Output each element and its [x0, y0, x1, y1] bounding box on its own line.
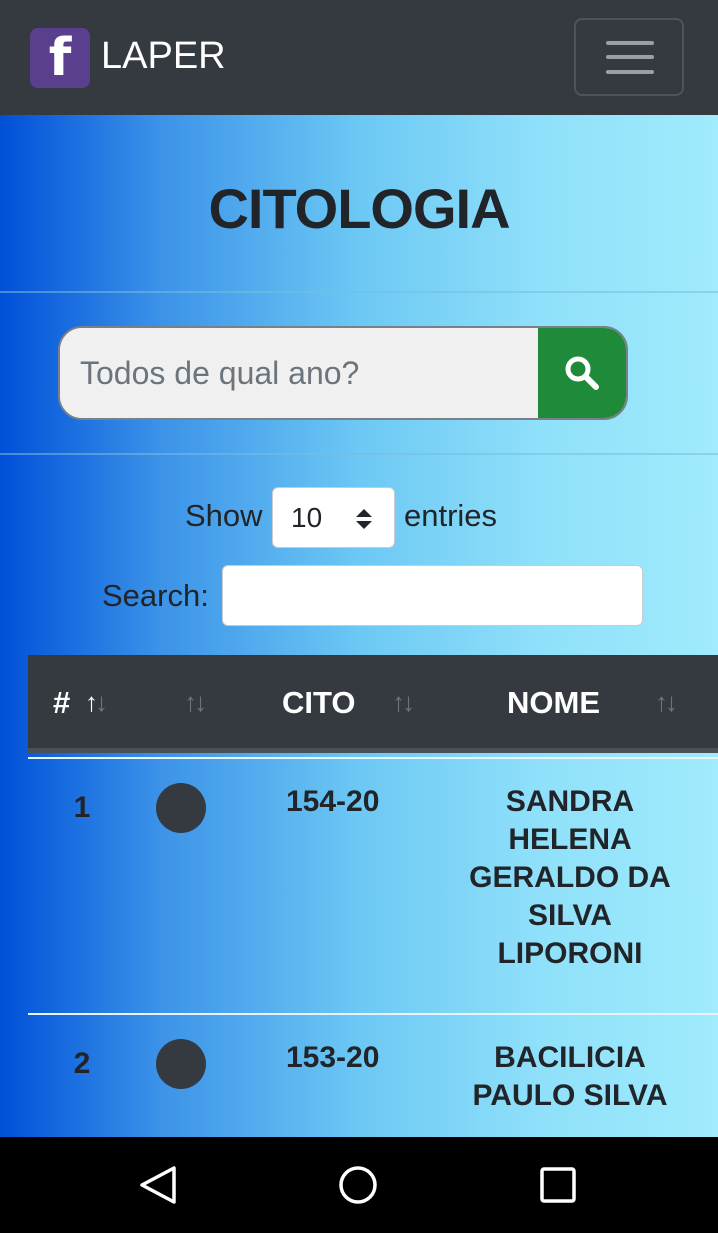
row-nome: BACILICIA PAULO SILVA — [472, 1041, 668, 1112]
sort-icon: ↑↓ — [392, 687, 415, 717]
status-dot — [156, 1039, 206, 1089]
year-search-input[interactable] — [60, 328, 538, 418]
system-navigation-bar — [0, 1137, 718, 1233]
search-icon — [565, 356, 599, 390]
table-header: # ↑↓ ↑↓ CITO ↑↓ NOME ↑↓ — [28, 655, 718, 753]
year-search-group — [58, 326, 628, 420]
column-header-status[interactable]: ↑↓ — [138, 655, 248, 748]
row-cito: 154-20 — [286, 785, 380, 818]
entries-label: entries — [404, 498, 498, 533]
hamburger-icon — [606, 41, 654, 45]
table-row[interactable]: 2 153-20 BACILICIA PAULO SILVA — [28, 1039, 718, 1137]
filter-label: Search: — [102, 578, 209, 613]
entries-select[interactable]: 10 — [272, 487, 395, 548]
search-button[interactable] — [538, 328, 626, 418]
top-navbar: f LAPER — [0, 0, 718, 115]
column-header-cito[interactable]: CITO ↑↓ — [248, 655, 438, 748]
divider — [0, 291, 718, 293]
column-header-number[interactable]: # ↑↓ — [28, 655, 138, 748]
row-nome: SANDRA HELENA GERALDO DA SILVA LIPORONI — [469, 785, 671, 970]
row-cito: 153-20 — [286, 1041, 380, 1074]
back-icon[interactable] — [138, 1165, 178, 1205]
brand-logo[interactable]: f — [30, 28, 90, 88]
home-icon[interactable] — [338, 1165, 378, 1205]
row-number: 1 — [73, 791, 91, 824]
recents-icon[interactable] — [540, 1167, 576, 1203]
entries-value: 10 — [291, 502, 323, 533]
show-label: Show — [185, 498, 263, 533]
column-header-nome[interactable]: NOME ↑↓ — [438, 655, 718, 748]
menu-toggle-button[interactable] — [574, 18, 684, 96]
table-row[interactable]: 1 154-20 SANDRA HELENA GERALDO DA SILVA … — [28, 783, 718, 1015]
page-title: CITOLOGIA — [208, 177, 510, 240]
row-divider — [28, 1013, 718, 1015]
main-content: CITOLOGIA Show 10 entries Search: # ↑↓ ↑… — [0, 115, 718, 1137]
row-divider — [28, 757, 718, 759]
status-dot — [156, 783, 206, 833]
sort-icon: ↑↓ — [184, 687, 207, 717]
brand-name[interactable]: LAPER — [101, 34, 226, 78]
sort-icon: ↑↓ — [655, 687, 678, 717]
sort-icon: ↑↓ — [85, 687, 108, 717]
table-filter-input[interactable] — [222, 565, 643, 626]
select-arrows-icon — [356, 509, 372, 529]
divider — [0, 453, 718, 455]
row-number: 2 — [73, 1047, 91, 1080]
